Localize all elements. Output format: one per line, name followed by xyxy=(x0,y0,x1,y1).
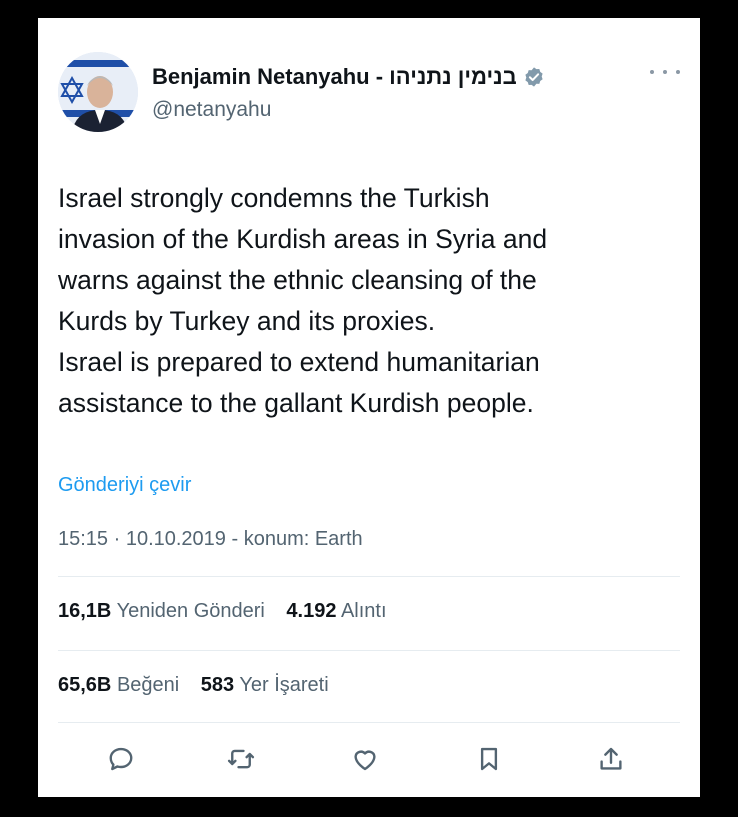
verified-badge-icon xyxy=(523,66,545,88)
dot xyxy=(676,70,680,74)
likes-stat[interactable]: 65,6B Beğeni xyxy=(58,674,179,696)
stats-row-1: 16,1B Yeniden Gönderi 4.192 Alıntı xyxy=(58,600,403,623)
quotes-label: Alıntı xyxy=(340,600,387,622)
tweet-card: Benjamin Netanyahu - בנימין נתניהו @neta… xyxy=(38,18,700,797)
likes-label: Beğeni xyxy=(116,674,180,696)
bookmark-icon[interactable] xyxy=(472,742,506,776)
likes-count: 65,6B xyxy=(58,674,112,696)
like-icon[interactable] xyxy=(348,742,382,776)
retweets-count: 16,1B xyxy=(58,600,112,622)
avatar[interactable] xyxy=(58,52,138,132)
bookmarks-count: 583 xyxy=(200,674,235,696)
author-display-name[interactable]: Benjamin Netanyahu - בנימין נתניהו xyxy=(152,64,545,90)
divider xyxy=(58,722,680,723)
display-name-text: Benjamin Netanyahu - בנימין נתניהו xyxy=(152,64,517,89)
dot xyxy=(663,70,667,74)
dot xyxy=(650,70,654,74)
retweets-label: Yeniden Gönderi xyxy=(116,600,265,622)
avatar-photo xyxy=(58,52,138,132)
quotes-stat[interactable]: 4.192 Alıntı xyxy=(286,600,386,622)
tweet-text: Israel strongly condemns the Turkish inv… xyxy=(58,183,548,418)
bookmarks-label: Yer İşareti xyxy=(239,674,329,696)
action-bar xyxy=(104,742,624,776)
quotes-count: 4.192 xyxy=(286,600,337,622)
more-options-icon[interactable] xyxy=(650,62,680,82)
translate-link[interactable]: Gönderiyi çevir xyxy=(58,474,191,497)
divider xyxy=(58,650,680,651)
stats-row-2: 65,6B Beğeni 583 Yer İşareti xyxy=(58,674,345,697)
reply-icon[interactable] xyxy=(104,742,138,776)
retweet-icon[interactable] xyxy=(224,742,258,776)
share-icon[interactable] xyxy=(594,742,628,776)
author-handle[interactable]: @netanyahu xyxy=(152,98,271,122)
retweets-stat[interactable]: 16,1B Yeniden Gönderi xyxy=(58,600,265,622)
bookmarks-stat[interactable]: 583 Yer İşareti xyxy=(201,674,329,696)
divider xyxy=(58,576,680,577)
tweet-timestamp[interactable]: 15:15 · 10.10.2019 - konum: Earth xyxy=(58,528,363,551)
